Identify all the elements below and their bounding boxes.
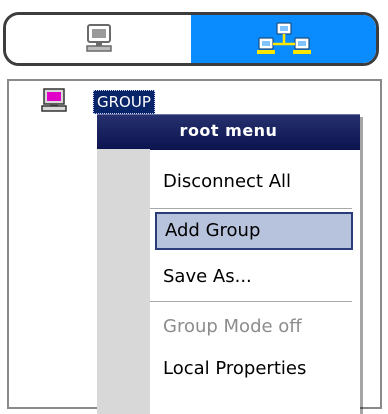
local-view-button[interactable] <box>6 15 191 63</box>
computer-icon <box>41 88 67 112</box>
menu-item-save-as[interactable]: Save As... <box>155 258 353 296</box>
menu-item-add-group[interactable]: Add Group <box>155 212 353 250</box>
menu-item-local-properties[interactable]: Local Properties <box>155 350 353 388</box>
menu-item-disconnect-all[interactable]: Disconnect All <box>155 163 353 201</box>
menu-item-group-mode-off: Group Mode off <box>163 316 302 337</box>
tree-root-label[interactable]: GROUP <box>93 90 155 114</box>
menu-separator <box>150 301 352 302</box>
context-menu: root menu Disconnect All Add Group Save … <box>97 114 360 414</box>
network-view-button[interactable] <box>191 15 376 63</box>
monitor-icon <box>85 24 112 52</box>
view-toggle <box>3 12 379 66</box>
tree-root-node[interactable] <box>41 87 67 113</box>
menu-icon-gutter <box>97 149 150 414</box>
menu-header: root menu <box>97 114 360 150</box>
menu-title: root menu <box>179 121 278 140</box>
menu-separator <box>150 208 352 209</box>
network-icon <box>256 22 311 54</box>
